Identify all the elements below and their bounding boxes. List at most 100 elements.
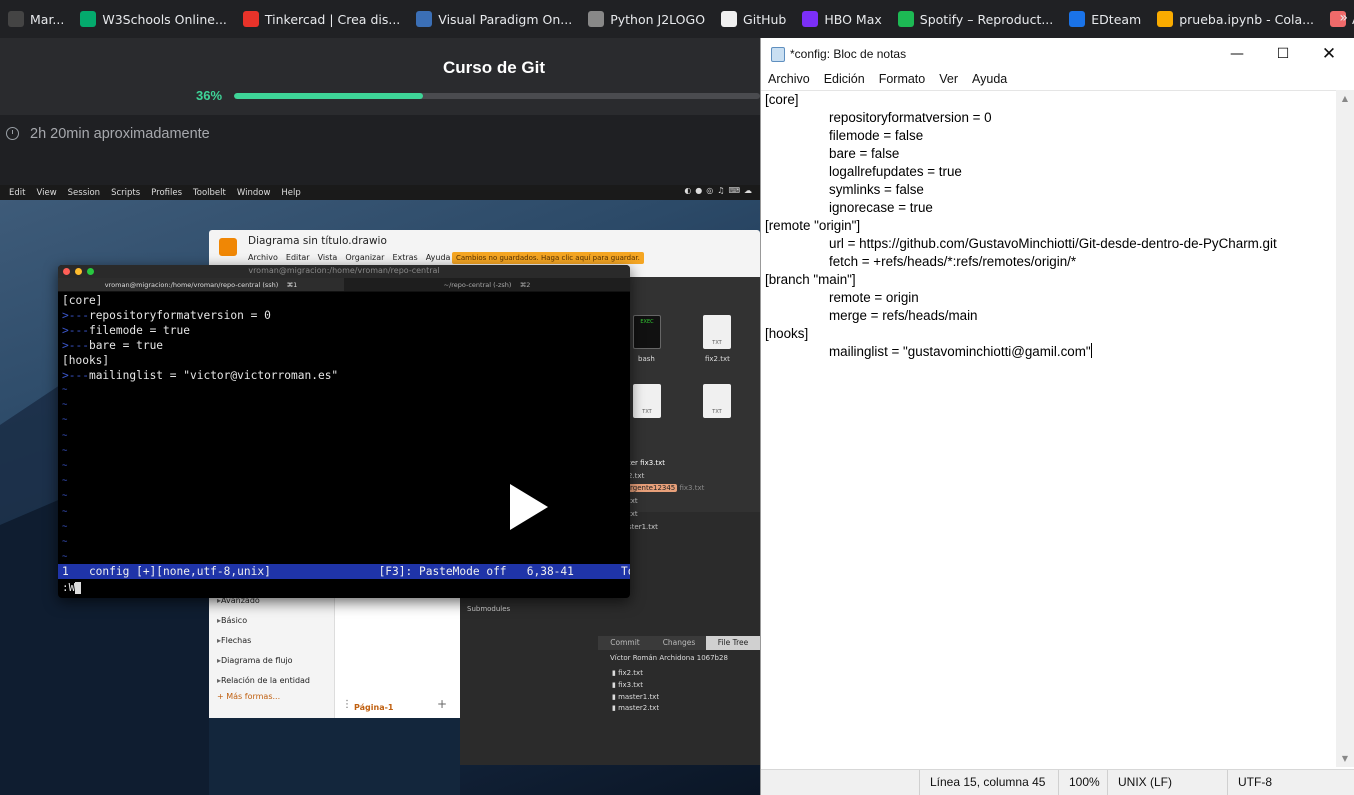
bookmark-hbo-max[interactable]: HBO Max xyxy=(794,0,889,38)
drawio-category: ▸ Diagrama de flujo xyxy=(209,650,329,670)
progress-bar xyxy=(234,93,760,99)
play-icon[interactable] xyxy=(510,484,548,530)
drawio-menu-archivo: Archivo xyxy=(248,253,278,262)
git-tab-commit[interactable]: Commit xyxy=(598,636,652,650)
vim-buffer: [core] >---repositoryformatversion = 0 >--… xyxy=(62,293,338,565)
drawio-category-label: Básico xyxy=(221,615,248,625)
notepad-line-text: [branch "main"] xyxy=(765,272,856,287)
close-button[interactable]: ✕ xyxy=(1306,38,1352,70)
vim-empty-line-marker: ~ xyxy=(62,415,68,426)
vim-line: [core] xyxy=(62,293,338,308)
bookmark-edteam[interactable]: EDteam xyxy=(1061,0,1149,38)
notepad-line-text: remote = origin xyxy=(829,290,919,305)
drawio-title: Diagrama sin título.drawio xyxy=(248,235,387,247)
duration-row: 2h 20min aproximadamente xyxy=(0,115,760,185)
drawio-more-shapes: + Más formas... xyxy=(217,692,281,701)
notepad-text[interactable]: [core] repositoryformatversion = 0 filemod… xyxy=(765,91,1277,361)
more-bookmarks-button[interactable]: » xyxy=(1339,10,1348,26)
maximize-button[interactable]: ☐ xyxy=(1260,38,1306,70)
tab-indicator: >--- xyxy=(62,339,89,352)
vim-line: >---mailinglist = "victor@victorroman.es… xyxy=(62,368,338,383)
git-file-item: ▮ master2.txt xyxy=(612,703,659,715)
scroll-down-icon[interactable]: ▼ xyxy=(1336,750,1354,767)
vim-line-text: bare = true xyxy=(88,339,164,352)
vim-line: >---repositoryformatversion = 0 xyxy=(62,308,338,323)
scroll-up-icon[interactable]: ▲ xyxy=(1336,90,1354,107)
colab-icon xyxy=(1157,11,1174,27)
bookmark-asana[interactable]: Asana xyxy=(1322,0,1354,38)
file-tile-label: fix2.txt xyxy=(705,355,730,363)
vim-line-text: [hooks] xyxy=(62,354,110,367)
drawio-logo-icon xyxy=(219,238,237,256)
tab-indicator: >--- xyxy=(62,324,89,337)
notepad-line: bare = false xyxy=(765,145,1277,163)
bookmark-spotify-reproduct[interactable]: Spotify – Reproduct... xyxy=(890,0,1061,38)
bookmark-label: GitHub xyxy=(743,11,787,27)
minimize-button[interactable]: — xyxy=(1214,38,1260,70)
python-icon xyxy=(588,11,605,27)
bookmark-mar[interactable]: Mar... xyxy=(0,0,72,38)
spotify-icon xyxy=(897,11,914,27)
vim-empty-line-marker: ~ xyxy=(62,476,68,487)
notepad-line: repositoryformatversion = 0 xyxy=(765,109,1277,127)
notepad-line: remote = origin xyxy=(765,289,1277,307)
drawio-category-label: Flechas xyxy=(221,635,252,645)
drawio-page-menu-icon: ⋮ xyxy=(342,699,352,710)
git-branch-item: txt xyxy=(628,497,638,506)
branch-tag: rgente12345 xyxy=(628,484,678,493)
drawio-category: ▸ Relación de la entidad xyxy=(209,670,329,690)
bookmark-icon xyxy=(8,11,24,27)
tinkercad-icon xyxy=(242,11,259,27)
git-file-item: ▮ fix2.txt xyxy=(612,668,659,680)
notepad-line-text: repositoryformatversion = 0 xyxy=(829,110,992,125)
notepad-statusbar: Línea 15, columna 45 100% UNIX (LF) UTF-… xyxy=(761,769,1354,795)
notepad-menu-formato[interactable]: Formato xyxy=(872,70,933,90)
drawio-unsaved-notice: Cambios no guardados. Haga clic aquí par… xyxy=(452,252,644,264)
terminal-title: vroman@migracion:/home/vroman/repo-centr… xyxy=(248,266,440,275)
bookmark-visual-paradigm-on[interactable]: Visual Paradigm On... xyxy=(408,0,580,38)
duration-text: 2h 20min aproximadamente xyxy=(30,126,210,142)
drawio-category-label: Relación de la entidad xyxy=(221,675,311,685)
notepad-line-text: url = https://github.com/GustavoMinchiot… xyxy=(829,236,1277,251)
bookmark-github[interactable]: GitHub xyxy=(713,0,794,38)
bookmark-label: Visual Paradigm On... xyxy=(438,11,573,27)
notepad-line: merge = refs/heads/main xyxy=(765,307,1277,325)
mac-menu-help: Help xyxy=(281,187,301,198)
notepad-menu-ayuda[interactable]: Ayuda xyxy=(965,70,1014,90)
vertical-scrollbar[interactable]: ▲ ▼ xyxy=(1336,90,1354,767)
vim-empty-line-marker: ~ xyxy=(62,537,68,548)
notepad-menu-ver[interactable]: Ver xyxy=(932,70,965,90)
bookmark-label: EDteam xyxy=(1091,11,1142,27)
notepad-line-text: bare = false xyxy=(829,146,900,161)
mac-menu-edit: Edit xyxy=(9,187,26,198)
drawio-menu-extras: Extras xyxy=(392,253,418,262)
notepad-menu-edicion[interactable]: Edición xyxy=(817,70,872,90)
notepad-menu-archivo[interactable]: Archivo xyxy=(761,70,817,90)
notepad-menubar: Archivo Edición Formato Ver Ayuda xyxy=(761,70,1354,90)
notepad-text-area[interactable]: [core] repositoryformatversion = 0 filemod… xyxy=(761,90,1337,767)
git-tab-changes[interactable]: Changes xyxy=(652,636,706,650)
vim-empty-line-marker: ~ xyxy=(62,461,68,472)
bookmark-tinkercad-crea-dis[interactable]: Tinkercad | Crea dis... xyxy=(235,0,408,38)
tab-indicator: >--- xyxy=(62,369,89,382)
git-branch-item: ster1.txt xyxy=(628,522,658,531)
terminal-window: vroman@migracion:/home/vroman/repo-centr… xyxy=(58,265,630,598)
bookmark-python-j2logo[interactable]: Python J2LOGO xyxy=(580,0,713,38)
git-tab-file-tree[interactable]: File Tree xyxy=(706,636,760,650)
drawio-category: ▸ Básico xyxy=(209,610,329,630)
bookmark-w3schools-online[interactable]: W3Schools Online... xyxy=(72,0,235,38)
drawio-add-page-icon: + xyxy=(437,697,448,711)
notepad-title: *config: Bloc de notas xyxy=(790,47,907,61)
bookmark-prueba-ipynb-cola[interactable]: prueba.ipynb - Cola... xyxy=(1149,0,1322,38)
git-file-name: fix2.txt xyxy=(618,669,643,677)
encoding: UTF-8 xyxy=(1227,770,1354,795)
video-player[interactable]: Edit View Session Scripts Profiles Toolbelt Wi… xyxy=(0,185,760,795)
drawio-menu-editar: Editar xyxy=(285,253,310,262)
course-header: Curso de Git 36% xyxy=(0,38,760,115)
notepad-line-text: logallrefupdates = true xyxy=(829,164,962,179)
course-title: Curso de Git xyxy=(443,58,546,77)
notepad-line: filemode = false xyxy=(765,127,1277,145)
notepad-line: logallrefupdates = true xyxy=(765,163,1277,181)
github-icon xyxy=(721,11,738,27)
notepad-line-text: mailinglist = "gustavominchiotti@gamil.c… xyxy=(829,344,1091,359)
